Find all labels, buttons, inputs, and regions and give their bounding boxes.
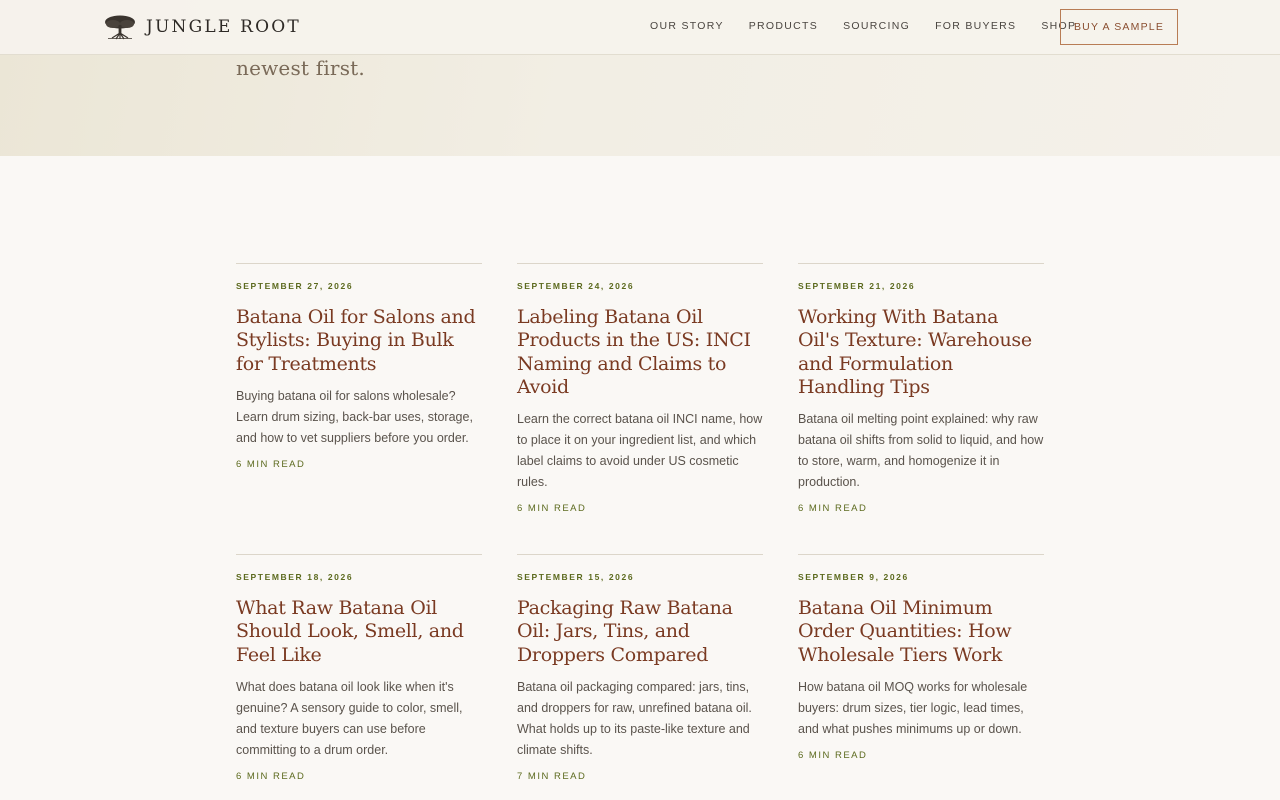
- nav-our-story[interactable]: OUR STORY: [650, 20, 724, 32]
- article-date: SEPTEMBER 18, 2026: [236, 572, 354, 582]
- article-excerpt: How batana oil MOQ works for wholesale b…: [798, 679, 1028, 736]
- article-excerpt: Batana oil packaging compared: jars, tin…: [517, 679, 752, 757]
- article-date: SEPTEMBER 15, 2026: [517, 572, 635, 582]
- article-card[interactable]: SEPTEMBER 27, 2026 Batana Oil for Salons…: [236, 263, 482, 470]
- logo[interactable]: JUNGLE ROOT: [103, 13, 301, 41]
- article-title[interactable]: Labeling Batana Oil Products in the US: …: [517, 306, 763, 399]
- read-time: 6 MIN READ: [798, 503, 868, 515]
- nav-products[interactable]: PRODUCTS: [749, 20, 818, 32]
- hero-subtitle: newest first.: [236, 56, 365, 80]
- article-card[interactable]: SEPTEMBER 21, 2026 Working With Batana O…: [798, 263, 1044, 514]
- read-time: 6 MIN READ: [517, 503, 587, 515]
- buy-sample-button[interactable]: BUY A SAMPLE: [1060, 9, 1178, 45]
- article-title[interactable]: Working With Batana Oil's Texture: Wareh…: [798, 306, 1044, 399]
- read-time: 6 MIN READ: [798, 749, 868, 761]
- article-date: SEPTEMBER 24, 2026: [517, 281, 635, 291]
- article-card[interactable]: SEPTEMBER 15, 2026 Packaging Raw Batana …: [517, 554, 763, 782]
- article-excerpt: Batana oil melting point explained: why …: [798, 412, 1044, 490]
- article-title[interactable]: Batana Oil for Salons and Stylists: Buyi…: [236, 306, 482, 376]
- article-title[interactable]: Batana Oil Minimum Order Quantities: How…: [798, 597, 1044, 667]
- article-title[interactable]: What Raw Batana Oil Should Look, Smell, …: [236, 597, 482, 667]
- read-time: 7 MIN READ: [517, 770, 587, 782]
- read-time: 6 MIN READ: [236, 458, 306, 470]
- article-title[interactable]: Packaging Raw Batana Oil: Jars, Tins, an…: [517, 597, 763, 667]
- tree-logo-icon: [105, 15, 135, 40]
- article-card[interactable]: SEPTEMBER 24, 2026 Labeling Batana Oil P…: [517, 263, 763, 514]
- article-date: SEPTEMBER 21, 2026: [798, 281, 916, 291]
- nav-for-buyers[interactable]: FOR BUYERS: [935, 20, 1016, 32]
- nav-sourcing[interactable]: SOURCING: [843, 20, 910, 32]
- site-header: JUNGLE ROOT OUR STORY PRODUCTS SOURCING …: [0, 0, 1280, 55]
- article-excerpt: What does batana oil look like when it's…: [236, 679, 463, 757]
- article-excerpt: Learn the correct batana oil INCI name, …: [517, 412, 763, 490]
- article-card[interactable]: SEPTEMBER 18, 2026 What Raw Batana Oil S…: [236, 554, 482, 782]
- article-card[interactable]: SEPTEMBER 9, 2026 Batana Oil Minimum Ord…: [798, 554, 1044, 761]
- main-nav: OUR STORY PRODUCTS SOURCING FOR BUYERS S…: [650, 20, 1076, 32]
- read-time: 6 MIN READ: [236, 770, 306, 782]
- article-date: SEPTEMBER 9, 2026: [798, 572, 909, 582]
- article-date: SEPTEMBER 27, 2026: [236, 281, 354, 291]
- article-excerpt: Buying batana oil for salons wholesale? …: [236, 388, 473, 445]
- logo-text: JUNGLE ROOT: [146, 17, 301, 37]
